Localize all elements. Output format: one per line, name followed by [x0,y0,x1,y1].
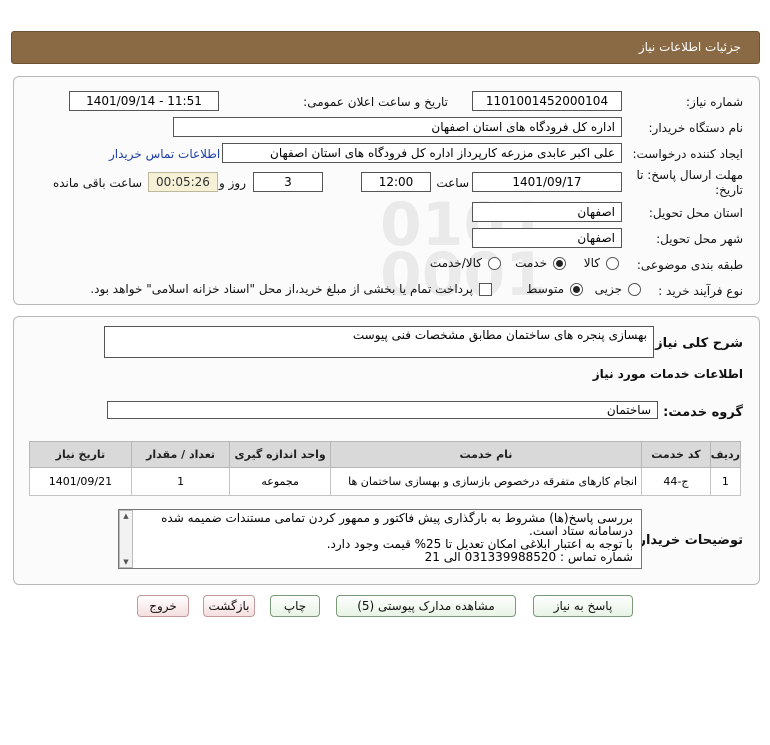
summary-label: شرح کلی نیاز: [649,336,743,351]
buyer-note-line: شماره تماس : 031339988520 الی 21 [424,550,633,564]
back-button[interactable]: بازگشت [203,595,255,617]
time-label: ساعت [436,176,469,190]
cell-service-name: انجام کارهای متفرقه درخصوص بازسازی و بهس… [329,467,643,496]
announce-field: 1401/09/14 - 11:51 [69,91,219,111]
buyer-org-label: نام دستگاه خریدار: [648,121,744,135]
requester-field: علی اکبر عابدی مزرعه کارپرداز اداره کل ف… [222,143,622,163]
deadline-label: مهلت ارسال پاسخ: تا [636,168,743,182]
process-radio-medium[interactable] [570,283,583,296]
days-field: 3 [253,172,323,192]
page-header: جزئیات اطلاعات نیاز [11,31,760,64]
table-row: 1 ج-44 انجام کارهای متفرقه درخصوص بازساز… [29,467,742,496]
cell-service-code: ج-44 [641,467,711,496]
reply-button[interactable]: پاسخ به نیاز [533,595,633,617]
category-option-goods-service: کالا/خدمت [429,256,482,270]
need-number-field: 1101001452000104 [472,91,622,111]
buyer-notes-scrollbar[interactable]: ▲ ▼ [119,510,133,568]
requester-label: ایجاد کننده درخواست: [632,147,743,161]
exit-button[interactable]: خروج [137,595,189,617]
scroll-down-arrow-icon: ▼ [123,558,129,566]
process-radio-minor[interactable] [628,283,641,296]
col-need-date: تاریخ نیاز [29,441,132,468]
buyer-org-field: اداره کل فرودگاه های استان اصفهان [173,117,622,137]
deadline-label-date: تاریخ: [715,183,743,197]
city-field: اصفهان [472,228,622,248]
col-row-number: ردیف [709,441,742,468]
cell-row-number: 1 [709,467,742,496]
buyer-contact-link[interactable]: اطلاعات تماس خریدار [109,147,220,161]
city-label: شهر محل تحویل: [656,232,743,246]
table-header-row: ردیف کد خدمت نام خدمت واحد اندازه گیری ت… [29,441,742,468]
service-group-label: گروه خدمت: [663,405,743,420]
remaining-label: ساعت باقی مانده [52,176,142,190]
service-group-field: ساختمان [107,401,658,419]
remaining-timer: 00:05:26 [148,172,218,192]
cell-unit: مجموعه [229,467,331,496]
buyer-notes-label: توضیحات خریدار: [633,533,743,548]
buyer-note-line: بررسی پاسخ(ها) مشروط به بارگذاری پیش فاک… [161,511,633,538]
treasury-payment-checkbox[interactable] [479,283,492,296]
cell-need-date: 1401/09/21 [29,467,132,496]
days-label: روز و [219,176,246,190]
category-label: طبقه بندی موضوعی: [636,258,743,272]
col-quantity: تعداد / مقدار [130,441,231,468]
col-service-name: نام خدمت [329,441,643,468]
attachments-button[interactable]: مشاهده مدارک پیوستی (5) [336,595,516,617]
page-title: جزئیات اطلاعات نیاز [638,40,741,54]
process-label: نوع فرآیند خرید : [658,284,743,298]
need-number-label: شماره نیاز: [686,95,743,109]
category-radio-goods-service[interactable] [488,257,501,270]
buyer-notes-box: بررسی پاسخ(ها) مشروط به بارگذاری پیش فاک… [118,509,642,569]
col-unit: واحد اندازه گیری [229,441,331,468]
summary-field: بهسازی پنجره های ساختمان مطابق مشخصات فن… [104,326,654,358]
cell-quantity: 1 [130,467,231,496]
services-table: ردیف کد خدمت نام خدمت واحد اندازه گیری ت… [29,441,742,496]
category-radio-goods[interactable] [606,257,619,270]
province-label: استان محل تحویل: [648,206,743,220]
print-button[interactable]: چاپ [270,595,320,617]
col-service-code: کد خدمت [641,441,711,468]
deadline-date-field: 1401/09/17 [472,172,622,192]
announce-label: تاریخ و ساعت اعلان عمومی: [303,95,448,109]
deadline-time-field: 12:00 [361,172,431,192]
category-option-service: خدمت [515,256,547,270]
treasury-payment-note: پرداخت تمام یا بخشی از مبلغ خرید،از محل … [90,282,473,296]
services-heading: اطلاعات خدمات مورد نیاز [592,367,743,381]
scroll-up-arrow-icon: ▲ [123,512,129,520]
process-option-minor: جزیی [594,282,622,296]
category-option-goods: کالا [583,256,600,270]
category-radio-service[interactable] [553,257,566,270]
process-option-medium: متوسط [526,282,564,296]
province-field: اصفهان [472,202,622,222]
